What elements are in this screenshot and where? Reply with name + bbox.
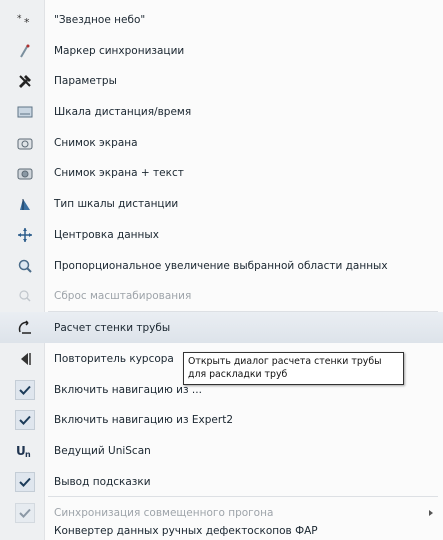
check-icon — [15, 471, 35, 492]
camera-icon — [15, 133, 35, 153]
menu-item-label: "Звездное небо" — [54, 13, 146, 26]
menu-item-label: Шкала дистанция/время — [54, 105, 192, 118]
uniscan-icon: Un — [15, 441, 35, 461]
menu-item-leading-uniscan[interactable]: Un Ведущий UniScan — [0, 435, 443, 466]
scale-icon — [15, 102, 35, 122]
menu-item-center-data[interactable]: Центровка данных — [0, 219, 443, 250]
menu-item-starry-sky[interactable]: * * "Звездное небо" — [0, 4, 443, 35]
menu-item-label: Параметры — [54, 74, 117, 87]
menu-item-label: Центровка данных — [54, 228, 159, 241]
menu-item-label: Снимок экрана — [54, 136, 138, 149]
check-icon — [15, 379, 35, 400]
menu-item-label: Сброс масштабирования — [54, 289, 192, 302]
menu-item-zoom-reset[interactable]: Сброс масштабирования — [0, 280, 443, 311]
center-icon — [15, 225, 35, 245]
svg-text:*: * — [17, 14, 22, 24]
menu-item-far-converter[interactable]: Конвертер данных ручных дефектоскопов ФА… — [0, 522, 443, 540]
menu-item-enable-navigation-expert2[interactable]: Включить навигацию из Expert2 — [0, 404, 443, 435]
sync-marker-icon — [15, 41, 35, 61]
menu-item-screenshot[interactable]: Снимок экрана — [0, 127, 443, 158]
zoom-reset-icon — [15, 286, 35, 306]
menu-item-label: Повторитель курсора — [54, 352, 174, 365]
svg-text:n: n — [25, 450, 31, 459]
scale-type-icon — [15, 194, 35, 214]
menu-item-pipe-wall[interactable]: Расчет стенки трубы — [0, 312, 443, 343]
menu-item-label: Тип шкалы дистанции — [54, 197, 179, 210]
menu-item-label: Снимок экрана + текст — [54, 166, 184, 179]
check-icon — [15, 502, 35, 523]
tooltip: Открыть диалог расчета стенки трубы для … — [183, 352, 404, 385]
context-menu: * * "Звездное небо" Маркер синхронизации … — [0, 0, 443, 540]
starry-sky-icon: * * — [15, 10, 35, 30]
zoom-icon — [15, 256, 35, 276]
menu-item-screenshot-text[interactable]: Снимок экрана + текст — [0, 157, 443, 188]
menu-item-show-hint[interactable]: Вывод подсказки — [0, 466, 443, 497]
menu-item-label: Вывод подсказки — [54, 475, 151, 488]
menu-item-sync-marker[interactable]: Маркер синхронизации — [0, 35, 443, 66]
menu-item-scale-type[interactable]: Тип шкалы дистанции — [0, 188, 443, 219]
svg-text:*: * — [24, 16, 30, 28]
menu-item-label: Включить навигацию из Expert2 — [54, 413, 234, 426]
cursor-repeater-icon — [15, 349, 35, 369]
menu-item-scale-distance-time[interactable]: Шкала дистанция/время — [0, 96, 443, 127]
menu-item-label: Пропорциональное увеличение выбранной об… — [54, 259, 388, 272]
menu-item-label: Конвертер данных ручных дефектоскопов ФА… — [54, 525, 318, 537]
tools-icon — [15, 71, 35, 91]
menu-item-proportional-zoom[interactable]: Пропорциональное увеличение выбранной об… — [0, 250, 443, 281]
submenu-arrow-icon — [429, 509, 433, 516]
menu-item-label: Включить навигацию из ... — [54, 383, 202, 396]
menu-item-parameters[interactable]: Параметры — [0, 65, 443, 96]
menu-item-label: Синхронизация совмещенного прогона — [54, 506, 274, 519]
pipe-wall-icon — [15, 318, 35, 338]
check-icon — [15, 409, 35, 430]
camera-text-icon — [15, 163, 35, 183]
menu-item-label: Расчет стенки трубы — [54, 321, 171, 334]
menu-item-label: Ведущий UniScan — [54, 444, 151, 457]
menu-item-label: Маркер синхронизации — [54, 44, 185, 57]
